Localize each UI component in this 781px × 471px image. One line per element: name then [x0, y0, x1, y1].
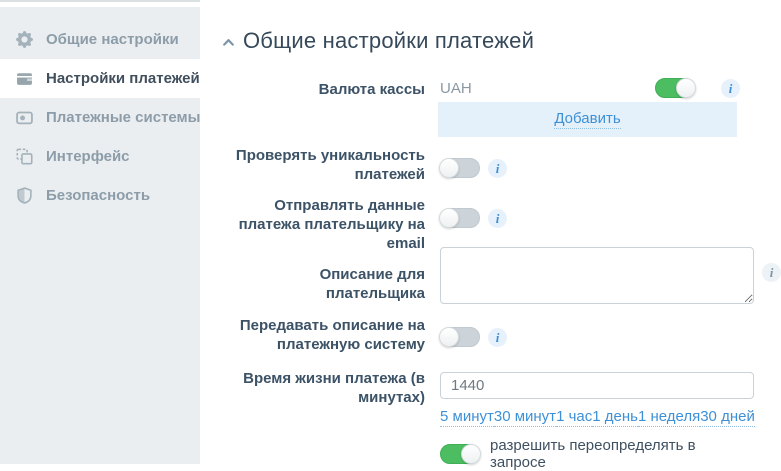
- settings-sidebar: Общие настройки Настройки платежей Плате…: [0, 7, 200, 464]
- collapse-section-icon[interactable]: [222, 38, 236, 47]
- sidebar-item-label: Настройки платежей: [46, 70, 200, 87]
- sidebar-item-label: Платежные системы: [46, 109, 200, 126]
- check-uniqueness-label: Проверять уникальность платежей: [222, 146, 425, 184]
- toggle-knob: [461, 444, 481, 464]
- lifetime-override-label: разрешить переопределять в запросе: [490, 437, 754, 471]
- row-cash-currency: Валюта кассы UAH i: [222, 72, 754, 99]
- payer-description-textarea[interactable]: [440, 247, 754, 304]
- toggle-knob: [676, 78, 696, 98]
- currency-info-icon[interactable]: i: [721, 79, 740, 98]
- check-uniqueness-toggle[interactable]: [440, 158, 480, 178]
- payment-card-icon: [16, 109, 33, 126]
- pass-description-info-icon[interactable]: i: [488, 328, 507, 347]
- pass-description-toggle[interactable]: [440, 327, 480, 347]
- shield-icon: [16, 187, 33, 204]
- check-uniqueness-info-icon[interactable]: i: [488, 159, 507, 178]
- payer-description-info-icon[interactable]: i: [762, 263, 781, 282]
- preset-1-day[interactable]: 1 день: [592, 408, 638, 427]
- section-title: Общие настройки платежей: [243, 28, 534, 54]
- preset-1-week[interactable]: 1 неделя: [638, 408, 700, 427]
- sidebar-item-label: Общие настройки: [46, 31, 179, 48]
- toggle-knob: [439, 327, 459, 347]
- main-content: Общие настройки платежей Валюта кассы UA…: [200, 0, 781, 465]
- sidebar-item-general-settings[interactable]: Общие настройки: [0, 20, 200, 59]
- sidebar-item-payment-settings[interactable]: Настройки платежей: [0, 59, 200, 98]
- lifetime-presets: 5 минут 30 минут 1 час 1 день 1 неделя 3…: [440, 408, 754, 427]
- gear-icon: [16, 31, 33, 48]
- send-payment-email-toggle[interactable]: [440, 208, 480, 228]
- row-pass-description: Передавать описание на платежную систему…: [222, 316, 754, 354]
- currency-value: UAH: [440, 80, 472, 97]
- row-check-uniqueness: Проверять уникальность платежей i: [222, 146, 754, 184]
- interface-windows-icon: [16, 148, 33, 165]
- sidebar-item-payment-systems[interactable]: Платежные системы: [0, 98, 200, 137]
- lifetime-override-toggle[interactable]: [440, 444, 480, 464]
- preset-30-minutes[interactable]: 30 минут: [494, 408, 556, 427]
- sidebar-item-interface[interactable]: Интерфейс: [0, 137, 200, 176]
- payment-lifetime-label: Время жизни платежа (в минутах): [222, 367, 425, 471]
- wallet-icon: [16, 70, 33, 87]
- toggle-knob: [439, 208, 459, 228]
- currency-toggle[interactable]: [655, 78, 695, 98]
- lifetime-override-row: разрешить переопределять в запросе: [440, 437, 754, 471]
- add-currency-box: Добавить: [438, 102, 737, 137]
- row-payer-description: Описание для плательщика i: [222, 243, 754, 309]
- payer-description-label: Описание для плательщика: [222, 243, 425, 309]
- preset-30-days[interactable]: 30 дней: [700, 408, 755, 427]
- cash-currency-label: Валюта кассы: [222, 72, 425, 99]
- sidebar-item-label: Безопасность: [46, 187, 150, 204]
- row-payment-lifetime: Время жизни платежа (в минутах) 5 минут …: [222, 367, 754, 471]
- preset-1-hour[interactable]: 1 час: [556, 408, 592, 427]
- sidebar-item-security[interactable]: Безопасность: [0, 176, 200, 215]
- pass-description-label: Передавать описание на платежную систему: [222, 316, 425, 354]
- payment-lifetime-input[interactable]: [440, 372, 754, 399]
- toggle-knob: [439, 158, 459, 178]
- preset-5-minutes[interactable]: 5 минут: [440, 408, 494, 427]
- section-header: Общие настройки платежей: [222, 28, 534, 54]
- add-currency-button[interactable]: Добавить: [554, 110, 620, 129]
- send-payment-email-info-icon[interactable]: i: [488, 209, 507, 228]
- sidebar-item-label: Интерфейс: [46, 148, 130, 165]
